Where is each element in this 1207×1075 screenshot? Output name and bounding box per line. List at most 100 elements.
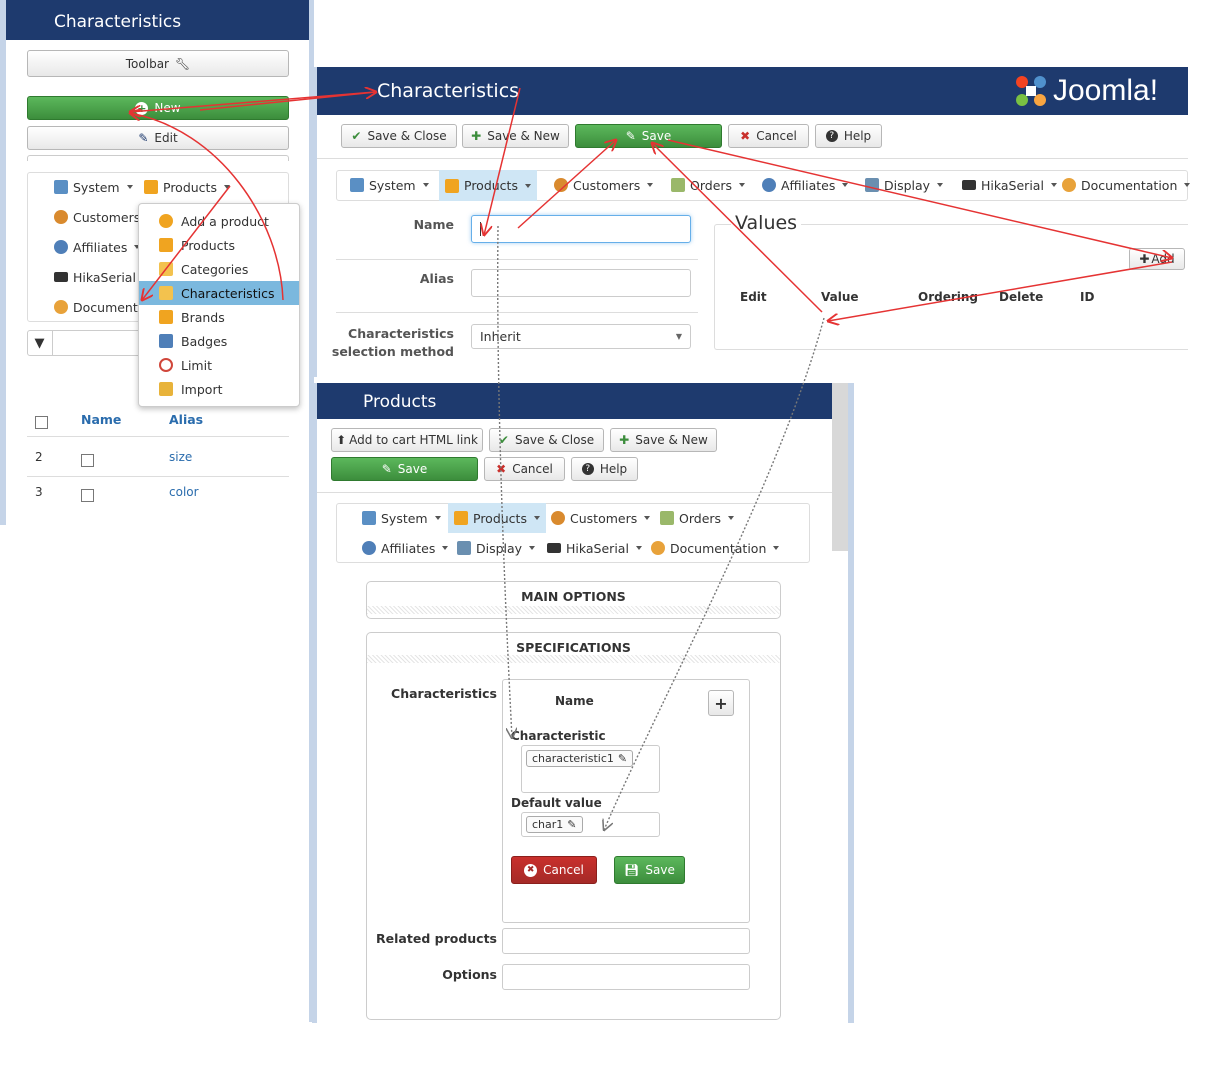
filter-icon[interactable]: ▼ <box>27 330 53 356</box>
help-icon: ? <box>581 463 594 475</box>
row-num: 3 <box>35 485 43 499</box>
char-menu-orders[interactable]: Orders <box>667 172 749 198</box>
hikaserial-icon <box>962 180 976 190</box>
char-menu-display[interactable]: Display <box>861 172 947 198</box>
plus-circle-icon: + <box>135 101 149 115</box>
product-menu-affiliates[interactable]: Affiliates <box>358 535 452 561</box>
left-menu-affiliates[interactable]: Affiliates <box>50 234 144 260</box>
char-cancel[interactable]: ✖ Cancel <box>728 124 809 148</box>
toolbar-button[interactable]: Toolbar 🔧︎ <box>27 50 289 77</box>
product-menu-customers[interactable]: Customers <box>547 505 654 531</box>
method-select[interactable]: Inherit ▼ <box>471 324 691 349</box>
tools-icon <box>54 180 68 194</box>
related-products-field[interactable] <box>502 928 750 954</box>
dd-limit[interactable]: Limit <box>139 353 299 377</box>
check-all[interactable] <box>35 416 48 429</box>
row-alias[interactable]: color <box>169 485 199 499</box>
char-save[interactable]: ✎ Save <box>575 124 722 148</box>
options-field[interactable] <box>502 964 750 990</box>
plus-icon: ✚ <box>619 433 630 447</box>
char-menu-system[interactable]: System <box>346 172 433 198</box>
product-menu-hikaserial[interactable]: HikaSerial <box>543 535 646 561</box>
alias-label: Alias <box>419 271 454 286</box>
left-menu-system[interactable]: System <box>50 174 137 200</box>
characteristic-box[interactable]: characteristic1 ✎ <box>521 745 660 793</box>
characteristic-tag[interactable]: characteristic1 ✎ <box>526 750 634 767</box>
values-add-button[interactable]: ✚ Add <box>1129 248 1185 270</box>
product-menu-system[interactable]: System <box>358 505 445 531</box>
add-characteristic-button[interactable]: + <box>708 690 734 716</box>
plus-icon: ✚ <box>471 129 482 143</box>
name-input[interactable] <box>471 215 691 243</box>
dd-badges[interactable]: Badges <box>139 329 299 353</box>
left-title: Characteristics <box>54 12 182 32</box>
check-icon: ✔ <box>498 433 509 447</box>
char-menu-documentation[interactable]: Documentation <box>1058 172 1194 198</box>
values-col-edit: Edit <box>740 290 767 304</box>
product-save-new[interactable]: ✚ Save & New <box>610 428 717 452</box>
pencil-icon[interactable]: ✎ <box>567 818 576 831</box>
orders-icon <box>660 511 674 525</box>
product-menu-documentation[interactable]: Documentation <box>647 535 783 561</box>
char-menu-products[interactable]: Products <box>439 170 537 201</box>
left-menu-products[interactable]: Products <box>140 174 234 200</box>
col-alias[interactable]: Alias <box>169 412 203 427</box>
row-check[interactable] <box>81 489 94 502</box>
products-icon <box>144 180 158 194</box>
left-menu-hikaserial[interactable]: HikaSerial <box>50 264 140 290</box>
product-scrollbar[interactable] <box>832 383 848 551</box>
left-edge <box>0 0 6 525</box>
dd-categories[interactable]: Categories <box>139 257 299 281</box>
left-menu-customers[interactable]: Customers <box>50 204 144 230</box>
char-help[interactable]: ? Help <box>815 124 882 148</box>
row-alias[interactable]: size <box>169 450 192 464</box>
product-toolbar-sep <box>317 492 832 493</box>
add-cart-html-button[interactable]: ⬆ Add to cart HTML link <box>331 428 483 452</box>
char-menu-customers[interactable]: Customers <box>550 172 657 198</box>
dd-characteristics[interactable]: Characteristics <box>139 281 299 305</box>
joomla-logo: Joomla! <box>1013 73 1158 109</box>
product-menu-display[interactable]: Display <box>453 535 539 561</box>
affiliates-icon <box>762 178 776 192</box>
dd-products[interactable]: Products <box>139 233 299 257</box>
col-name[interactable]: Name <box>81 412 121 427</box>
characteristic-save-button[interactable]: 💾︎ Save <box>614 856 685 884</box>
main-options-section[interactable]: MAIN OPTIONS <box>366 581 781 619</box>
product-save-close[interactable]: ✔ Save & Close <box>489 428 604 452</box>
dd-add-product[interactable]: Add a product <box>139 209 299 233</box>
product-save[interactable]: ✎ Save <box>331 457 478 481</box>
display-icon <box>865 178 879 192</box>
edit-icon: ✎ <box>138 131 149 145</box>
product-cancel[interactable]: ✖ Cancel <box>484 457 565 481</box>
plus-icon: ✚ <box>1139 252 1150 266</box>
values-fieldset <box>714 224 1188 350</box>
import-icon <box>159 382 173 396</box>
related-products-label: Related products <box>376 931 497 946</box>
char-menu-affiliates[interactable]: Affiliates <box>758 172 852 198</box>
product-menu-products[interactable]: Products <box>448 503 546 533</box>
dd-brands[interactable]: Brands <box>139 305 299 329</box>
char-menu-hikaserial[interactable]: HikaSerial <box>958 172 1061 198</box>
product-title-bar: Products <box>317 383 832 419</box>
product-help[interactable]: ? Help <box>571 457 638 481</box>
left-menu-documentation[interactable]: Documenta <box>50 294 149 320</box>
customers-icon <box>551 511 565 525</box>
default-value-box[interactable]: char1 ✎ <box>521 812 660 837</box>
tools-icon <box>362 511 376 525</box>
default-value-tag[interactable]: char1 ✎ <box>526 816 583 833</box>
char-save-close[interactable]: ✔ Save & Close <box>341 124 457 148</box>
alias-input[interactable] <box>471 269 691 297</box>
customers-icon <box>54 210 68 224</box>
characteristic-cancel-button[interactable]: ✖ Cancel <box>511 856 597 884</box>
edit-button[interactable]: ✎ Edit <box>27 126 289 150</box>
customers-icon <box>554 178 568 192</box>
dd-import[interactable]: Import <box>139 377 299 401</box>
new-button[interactable]: + New <box>27 96 289 120</box>
orders-icon <box>671 178 685 192</box>
product-menu-orders[interactable]: Orders <box>656 505 738 531</box>
pencil-icon[interactable]: ✎ <box>618 752 627 765</box>
char-toolbar-sep <box>317 158 1188 159</box>
folder-icon <box>159 262 173 276</box>
row-check[interactable] <box>81 454 94 467</box>
char-save-new[interactable]: ✚ Save & New <box>462 124 569 148</box>
